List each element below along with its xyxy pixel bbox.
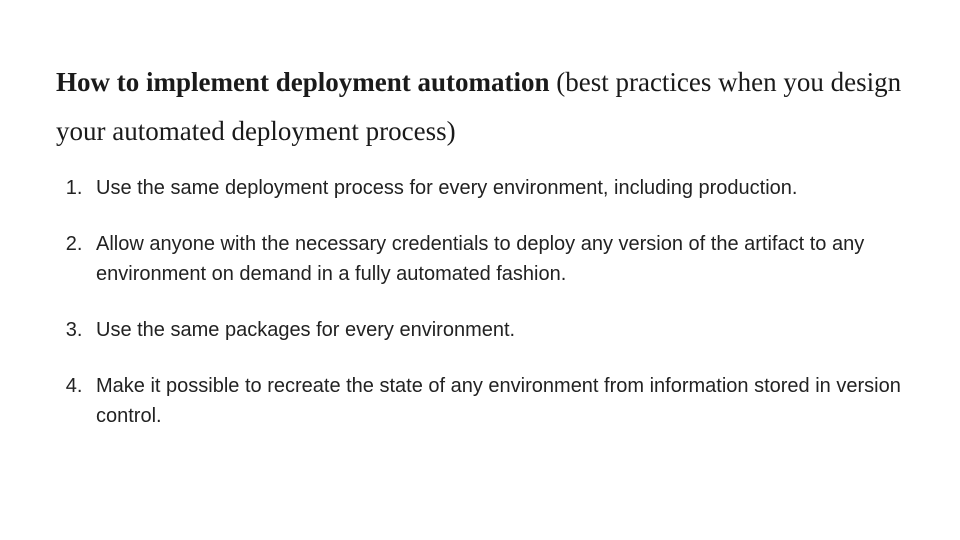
practices-list: Use the same deployment process for ever… [56, 173, 904, 431]
list-item-text: Use the same deployment process for ever… [96, 177, 797, 199]
list-item: Make it possible to recreate the state o… [88, 371, 904, 431]
title-bold: How to implement deployment automation [56, 67, 549, 97]
list-item-text: Allow anyone with the necessary credenti… [96, 233, 864, 285]
slide: How to implement deployment automation (… [0, 0, 960, 540]
list-item-text: Make it possible to recreate the state o… [96, 375, 901, 427]
page-title: How to implement deployment automation (… [56, 58, 904, 155]
list-item-text: Use the same packages for every environm… [96, 319, 515, 341]
list-item: Use the same packages for every environm… [88, 315, 904, 345]
list-item: Use the same deployment process for ever… [88, 173, 904, 203]
list-item: Allow anyone with the necessary credenti… [88, 229, 904, 289]
